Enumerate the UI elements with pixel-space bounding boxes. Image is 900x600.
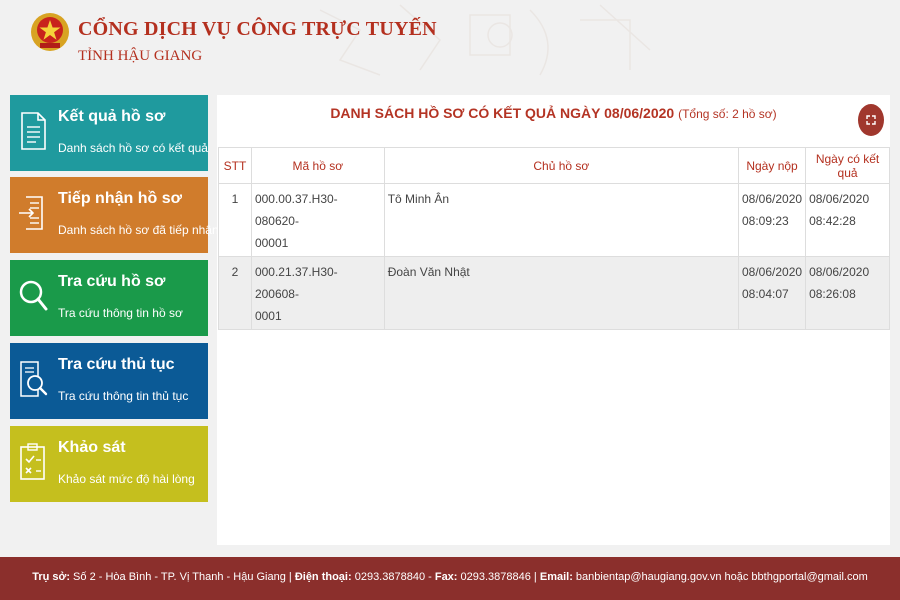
document-search-icon (20, 361, 48, 397)
ngay-nop-date: 08/06/2020 (742, 192, 803, 206)
ma-line-1: 000.21.37.H30-200608- (254, 265, 338, 301)
results-table: STT Mã hồ sơ Chủ hồ sơ Ngày nộp Ngày có … (218, 147, 890, 330)
panel-title-text: DANH SÁCH HỒ SƠ CÓ KẾT QUẢ NGÀY 08/06/20… (330, 105, 675, 121)
cell-chu-ho-so: Đoàn Văn Nhật (383, 256, 740, 330)
col-header-chu-ho-so: Chủ hồ sơ (383, 147, 740, 184)
menu-title: Tiếp nhận hồ sơ (58, 190, 182, 207)
ngay-nop-date: 08/06/2020 (742, 265, 803, 279)
portal-title: CỔNG DỊCH VỤ CÔNG TRỰC TUYẾN (78, 18, 437, 40)
menu-khao-sat[interactable]: Khảo sát Khảo sát mức độ hài lòng (10, 426, 208, 502)
menu-tra-cuu-thu-tuc[interactable]: Tra cứu thủ tục Tra cứu thông tin thủ tụ… (10, 343, 208, 419)
ngay-nop-time: 08:04:07 (742, 287, 789, 301)
cell-chu-ho-so: Tô Minh Ân (383, 183, 740, 257)
footer-address-label: Trụ sở: (32, 571, 70, 583)
ma-line-1: 000.00.37.H30-080620- (254, 192, 338, 228)
ngay-kq-time: 08:26:08 (809, 287, 856, 301)
fullscreen-icon (866, 115, 876, 125)
table-row[interactable]: 1 000.00.37.H30-080620- 00001 Tô Minh Ân … (218, 183, 890, 257)
record-count: (Tổng số: 2 hồ sơ) (678, 107, 777, 121)
clipboard-check-icon (20, 443, 45, 480)
footer-address: Số 2 - Hòa Bình - TP. Vị Thanh - Hậu Gia… (70, 571, 295, 583)
watermark-pattern-icon (319, 4, 651, 76)
footer-email[interactable]: banbientap@haugiang.gov.vn hoặc bbthgpor… (573, 571, 868, 583)
ma-line-2: 00001 (254, 236, 289, 250)
menu-tra-cuu-ho-so[interactable]: Tra cứu hồ sơ Tra cứu thông tin hồ sơ (10, 260, 208, 336)
menu-description: Danh sách hồ sơ đã tiếp nhận (58, 223, 219, 237)
menu-tiep-nhan-ho-so[interactable]: Tiếp nhận hồ sơ Danh sách hồ sơ đã tiếp … (10, 177, 219, 253)
ngay-nop-time: 08:09:23 (742, 214, 789, 228)
national-emblem-icon (31, 13, 69, 51)
cell-ngay-co-ket-qua: 08/06/2020 08:26:08 (805, 256, 890, 330)
portal-subtitle: TỈNH HẬU GIANG (78, 48, 203, 64)
footer-phone: 0293.3878840 - (351, 571, 435, 583)
site-header: CỔNG DỊCH VỤ CÔNG TRỰC TUYẾN TỈNH HẬU GI… (0, 0, 900, 90)
col-header-ngay-nop: Ngày nộp (737, 147, 807, 184)
col-header-stt: STT (218, 147, 252, 184)
ngay-kq-time: 08:42:28 (809, 214, 856, 228)
footer-email-label: Email: (539, 571, 573, 583)
menu-title: Tra cứu hồ sơ (58, 273, 166, 290)
table-row[interactable]: 2 000.21.37.H30-200608- 0001 Đoàn Văn Nhậ… (218, 256, 890, 330)
site-footer: Trụ sở: Số 2 - Hòa Bình - TP. Vị Thanh -… (0, 557, 900, 600)
col-header-ma-ho-so: Mã hồ sơ (250, 147, 385, 184)
table-header-row: STT Mã hồ sơ Chủ hồ sơ Ngày nộp Ngày có … (218, 147, 890, 184)
ma-line-2: 0001 (254, 309, 282, 323)
footer-fax-label: Fax: (434, 571, 458, 583)
results-panel: DANH SÁCH HỒ SƠ CÓ KẾT QUẢ NGÀY 08/06/20… (217, 95, 890, 545)
menu-title: Tra cứu thủ tục (58, 356, 175, 373)
footer-phone-label: Điện thoại: (294, 571, 352, 583)
ngay-kq-date: 08/06/2020 (809, 265, 870, 279)
ngay-kq-date: 08/06/2020 (809, 192, 870, 206)
fullscreen-button[interactable] (858, 104, 884, 136)
menu-description: Danh sách hồ sơ có kết quả (58, 141, 208, 155)
col-header-ngay-co-ket-qua: Ngày có kết quả (805, 147, 890, 184)
menu-description: Tra cứu thông tin thủ tục (58, 389, 189, 403)
footer-fax: 0293.3878846 | (457, 571, 540, 583)
menu-description: Tra cứu thông tin hồ sơ (58, 306, 183, 320)
panel-title: DANH SÁCH HỒ SƠ CÓ KẾT QUẢ NGÀY 08/06/20… (217, 105, 890, 121)
cell-ngay-nop: 08/06/2020 08:09:23 (737, 183, 807, 257)
cell-ngay-nop: 08/06/2020 08:04:07 (737, 256, 807, 330)
document-import-icon (19, 196, 43, 230)
cell-stt: 2 (218, 256, 252, 330)
menu-ket-qua-ho-so[interactable]: Kết quả hồ sơ Danh sách hồ sơ có kết quả (10, 95, 208, 171)
menu-description: Khảo sát mức độ hài lòng (58, 472, 195, 486)
menu-title: Khảo sát (58, 439, 126, 456)
document-icon (21, 112, 46, 150)
cell-ngay-co-ket-qua: 08/06/2020 08:42:28 (805, 183, 890, 257)
cell-ma-ho-so: 000.21.37.H30-200608- 0001 (250, 256, 385, 330)
cell-ma-ho-so: 000.00.37.H30-080620- 00001 (250, 183, 385, 257)
cell-stt: 1 (218, 183, 252, 257)
search-icon (19, 280, 48, 311)
menu-title: Kết quả hồ sơ (58, 108, 166, 125)
